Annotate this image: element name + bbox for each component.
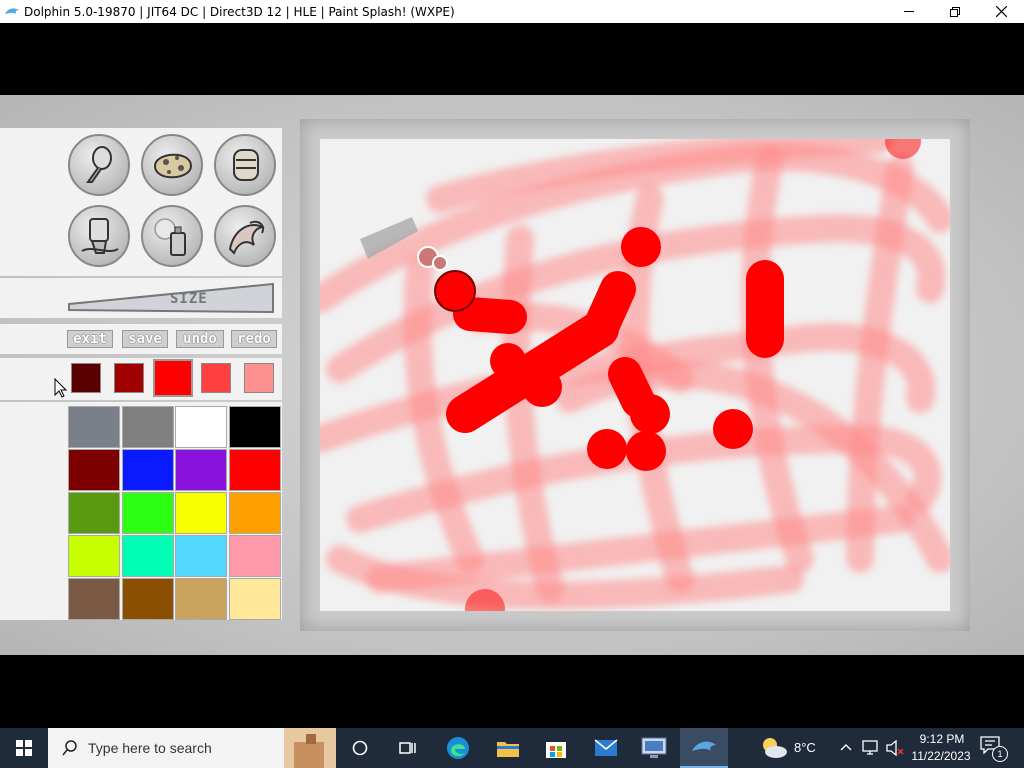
network-icon[interactable] (862, 740, 880, 756)
roller-icon (233, 149, 259, 181)
remote-desktop-button[interactable] (630, 728, 678, 768)
search-highlight-image (284, 728, 336, 768)
shade-swatch-selected[interactable] (153, 359, 193, 397)
weather-cloudy-moon-icon (763, 738, 787, 758)
task-view-button[interactable] (384, 728, 432, 768)
mail-icon (594, 739, 618, 756)
search-icon (62, 740, 77, 756)
clock-time[interactable]: 9:12 PM (916, 732, 968, 746)
palette-color-swatch[interactable] (68, 406, 120, 448)
notification-count-badge: 1 (992, 746, 1008, 762)
minimize-button[interactable] (886, 0, 932, 23)
paint-strokes (320, 139, 950, 611)
edge-button[interactable] (434, 728, 482, 768)
shade-swatch[interactable] (71, 363, 101, 393)
window-title: Dolphin 5.0-19870 | JIT64 DC | Direct3D … (24, 4, 455, 19)
remote-desktop-icon (641, 737, 667, 758)
windows-logo-icon (16, 740, 32, 756)
cortana-button[interactable] (336, 728, 384, 768)
file-explorer-button[interactable] (484, 728, 532, 768)
palette-color-swatch[interactable] (175, 535, 227, 577)
dolphin-taskbar-button[interactable] (680, 728, 728, 768)
minimize-icon (904, 11, 914, 12)
shade-swatch[interactable] (201, 363, 231, 393)
edge-icon (447, 737, 469, 759)
roller-tool[interactable] (214, 134, 276, 196)
search-placeholder: Type here to search (88, 740, 212, 756)
spray-can-icon (154, 218, 186, 256)
paint-canvas[interactable] (320, 139, 950, 611)
palette-color-swatch[interactable] (121, 578, 174, 620)
palette-color-swatch[interactable] (121, 492, 174, 534)
palette-color-swatch[interactable] (121, 406, 174, 448)
splash-icon (228, 220, 265, 255)
shade-swatch[interactable] (244, 363, 274, 393)
palette-color-swatch[interactable] (228, 492, 281, 534)
save-button[interactable]: save (122, 330, 168, 348)
close-button[interactable] (978, 0, 1024, 23)
taskbar-search-box[interactable]: Type here to search (48, 728, 336, 768)
shade-swatch[interactable] (114, 363, 144, 393)
dolphin-app-icon (5, 7, 19, 14)
palette-color-swatch[interactable] (228, 449, 281, 491)
redo-button[interactable]: redo (231, 330, 277, 348)
palette-color-swatch[interactable] (68, 578, 120, 620)
palette-color-swatch[interactable] (228, 578, 281, 620)
exit-button[interactable]: exit (67, 330, 113, 348)
palette-color-swatch[interactable] (175, 406, 227, 448)
mail-button[interactable] (582, 728, 630, 768)
mouse-cursor-icon (54, 378, 68, 398)
cortana-icon (352, 740, 368, 756)
paint-tube-icon (81, 218, 119, 254)
sponge-icon (153, 153, 193, 179)
task-view-icon (399, 742, 416, 754)
sponge-tool[interactable] (141, 134, 203, 196)
undo-button[interactable]: undo (176, 330, 224, 348)
palette-color-swatch[interactable] (175, 492, 227, 534)
file-explorer-icon (497, 742, 519, 757)
window-titlebar: Dolphin 5.0-19870 | JIT64 DC | Direct3D … (0, 0, 1024, 23)
palette-color-swatch[interactable] (68, 535, 120, 577)
restore-button[interactable] (932, 0, 978, 23)
paint-tube-tool[interactable] (68, 205, 130, 267)
store-button[interactable] (532, 728, 580, 768)
palette-color-swatch[interactable] (121, 535, 174, 577)
weather-temperature: 8°C (794, 740, 816, 755)
taskbar: Type here to search 8°C 9:12 PM 11/22/20… (0, 728, 1024, 768)
notification-center-button[interactable]: 1 (980, 736, 1008, 762)
clock-date[interactable]: 11/22/2023 (908, 749, 974, 763)
start-button[interactable] (0, 728, 48, 768)
size-label: SIZE (170, 291, 208, 307)
palette-color-swatch[interactable] (121, 449, 174, 491)
chevron-up-icon[interactable] (840, 743, 852, 751)
dolphin-icon (692, 741, 716, 751)
spray-can-tool[interactable] (141, 205, 203, 267)
palette-color-swatch[interactable] (175, 578, 227, 620)
brush-icon (86, 146, 112, 183)
palette-color-swatch[interactable] (68, 449, 120, 491)
palette-color-swatch[interactable] (228, 535, 281, 577)
close-icon (995, 6, 1007, 17)
store-icon (546, 742, 566, 758)
pencil-brush-tool[interactable] (68, 134, 130, 196)
splash-tool[interactable] (214, 205, 276, 267)
palette-color-swatch[interactable] (228, 406, 281, 448)
palette-color-swatch[interactable] (175, 449, 227, 491)
palette-color-swatch[interactable] (68, 492, 120, 534)
game-viewport: SIZE exit save undo redo (0, 95, 1024, 655)
volume-muted-icon[interactable] (885, 739, 905, 757)
restore-icon (950, 6, 960, 17)
